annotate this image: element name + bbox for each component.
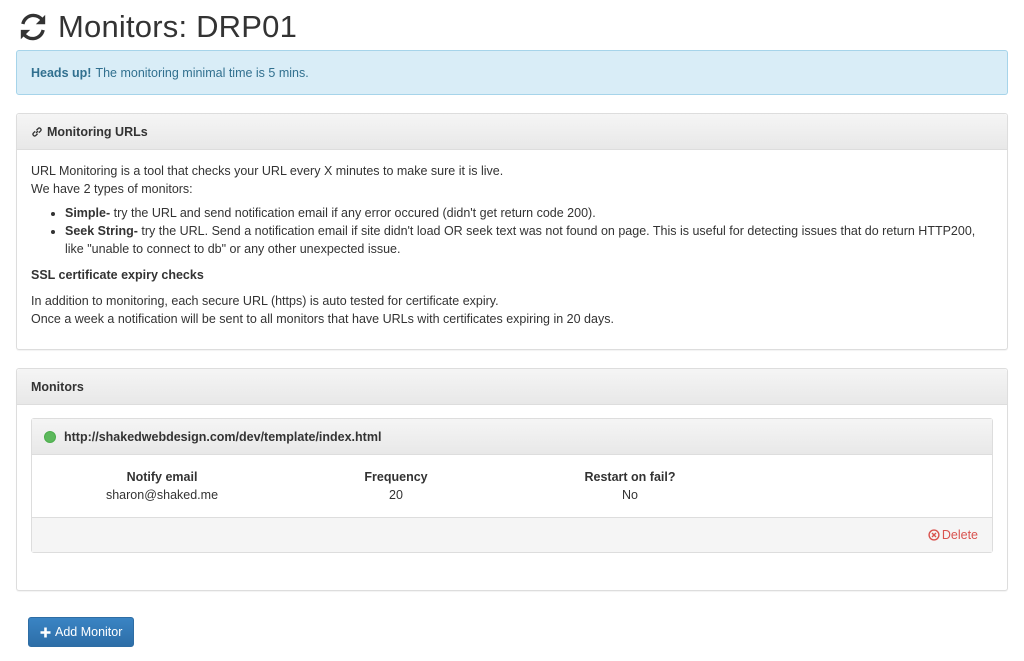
- restart-value: No: [622, 488, 638, 502]
- monitor-url: http://shakedwebdesign.com/dev/template/…: [64, 429, 382, 444]
- restart-label: Restart on fail?: [584, 470, 676, 484]
- monitors-body: http://shakedwebdesign.com/dev/template/…: [17, 405, 1007, 553]
- restart-column: Restart on fail? No: [570, 468, 690, 504]
- page-title: Monitors: DRP01: [58, 9, 298, 44]
- monitoring-urls-heading: Monitoring URLs: [17, 114, 1007, 150]
- frequency-value: 20: [389, 488, 403, 502]
- monitoring-urls-body: URL Monitoring is a tool that checks you…: [17, 150, 1007, 328]
- monitor-card-footer: Delete: [32, 517, 992, 552]
- delete-button[interactable]: Delete: [928, 528, 978, 542]
- ssl-heading: SSL certificate expiry checks: [31, 268, 204, 282]
- refresh-icon: [20, 13, 46, 41]
- link-icon: [32, 126, 42, 137]
- notify-email-label: Notify email: [126, 470, 198, 484]
- delete-label: Delete: [941, 528, 978, 542]
- monitor-card-heading: http://shakedwebdesign.com/dev/template/…: [32, 419, 992, 455]
- monitors-panel: Monitors http://shakedwebdesign.com/dev/…: [16, 368, 1008, 591]
- monitor-card: http://shakedwebdesign.com/dev/template/…: [31, 418, 993, 553]
- alert-text: The monitoring minimal time is 5 mins.: [95, 65, 309, 80]
- monitor-type-desc: try the URL. Send a notification email i…: [65, 224, 976, 256]
- monitor-type-desc: try the URL and send notification email …: [110, 206, 596, 220]
- intro-line: We have 2 types of monitors:: [31, 182, 193, 196]
- notify-email-column: Notify email sharon@shaked.me: [92, 468, 232, 504]
- info-alert: Heads up! The monitoring minimal time is…: [16, 50, 1008, 95]
- panel-title: Monitoring URLs: [47, 124, 148, 139]
- monitoring-urls-panel: Monitoring URLs URL Monitoring is a tool…: [16, 113, 1008, 350]
- add-monitor-button[interactable]: Add Monitor: [28, 617, 135, 647]
- list-item: Simple- try the URL and send notificatio…: [65, 204, 993, 222]
- monitor-type-term: Simple-: [65, 206, 111, 220]
- page: Monitors: DRP01 Heads up! The monitoring…: [0, 0, 1024, 661]
- intro-line: URL Monitoring is a tool that checks you…: [31, 164, 504, 178]
- monitors-heading: Monitors: [17, 369, 1007, 405]
- frequency-label: Frequency: [364, 470, 428, 484]
- list-item: Seek String- try the URL. Send a notific…: [65, 222, 993, 258]
- monitor-details: Notify email sharon@shaked.me Frequency …: [32, 455, 992, 517]
- ssl-line: In addition to monitoring, each secure U…: [31, 294, 499, 308]
- alert-strong: Heads up!: [31, 65, 92, 80]
- add-monitor-label: Add Monitor: [55, 625, 123, 639]
- status-online-icon: [44, 430, 56, 443]
- monitor-types-list: Simple- try the URL and send notificatio…: [31, 204, 993, 258]
- title-row: Monitors: DRP01: [16, 0, 1008, 50]
- frequency-column: Frequency 20: [346, 468, 446, 504]
- monitor-type-term: Seek String-: [65, 224, 138, 238]
- plus-icon: [40, 627, 51, 637]
- ssl-line: Once a week a notification will be sent …: [31, 312, 614, 326]
- notify-email-value: sharon@shaked.me: [105, 488, 219, 502]
- close-circle-icon: [928, 529, 940, 541]
